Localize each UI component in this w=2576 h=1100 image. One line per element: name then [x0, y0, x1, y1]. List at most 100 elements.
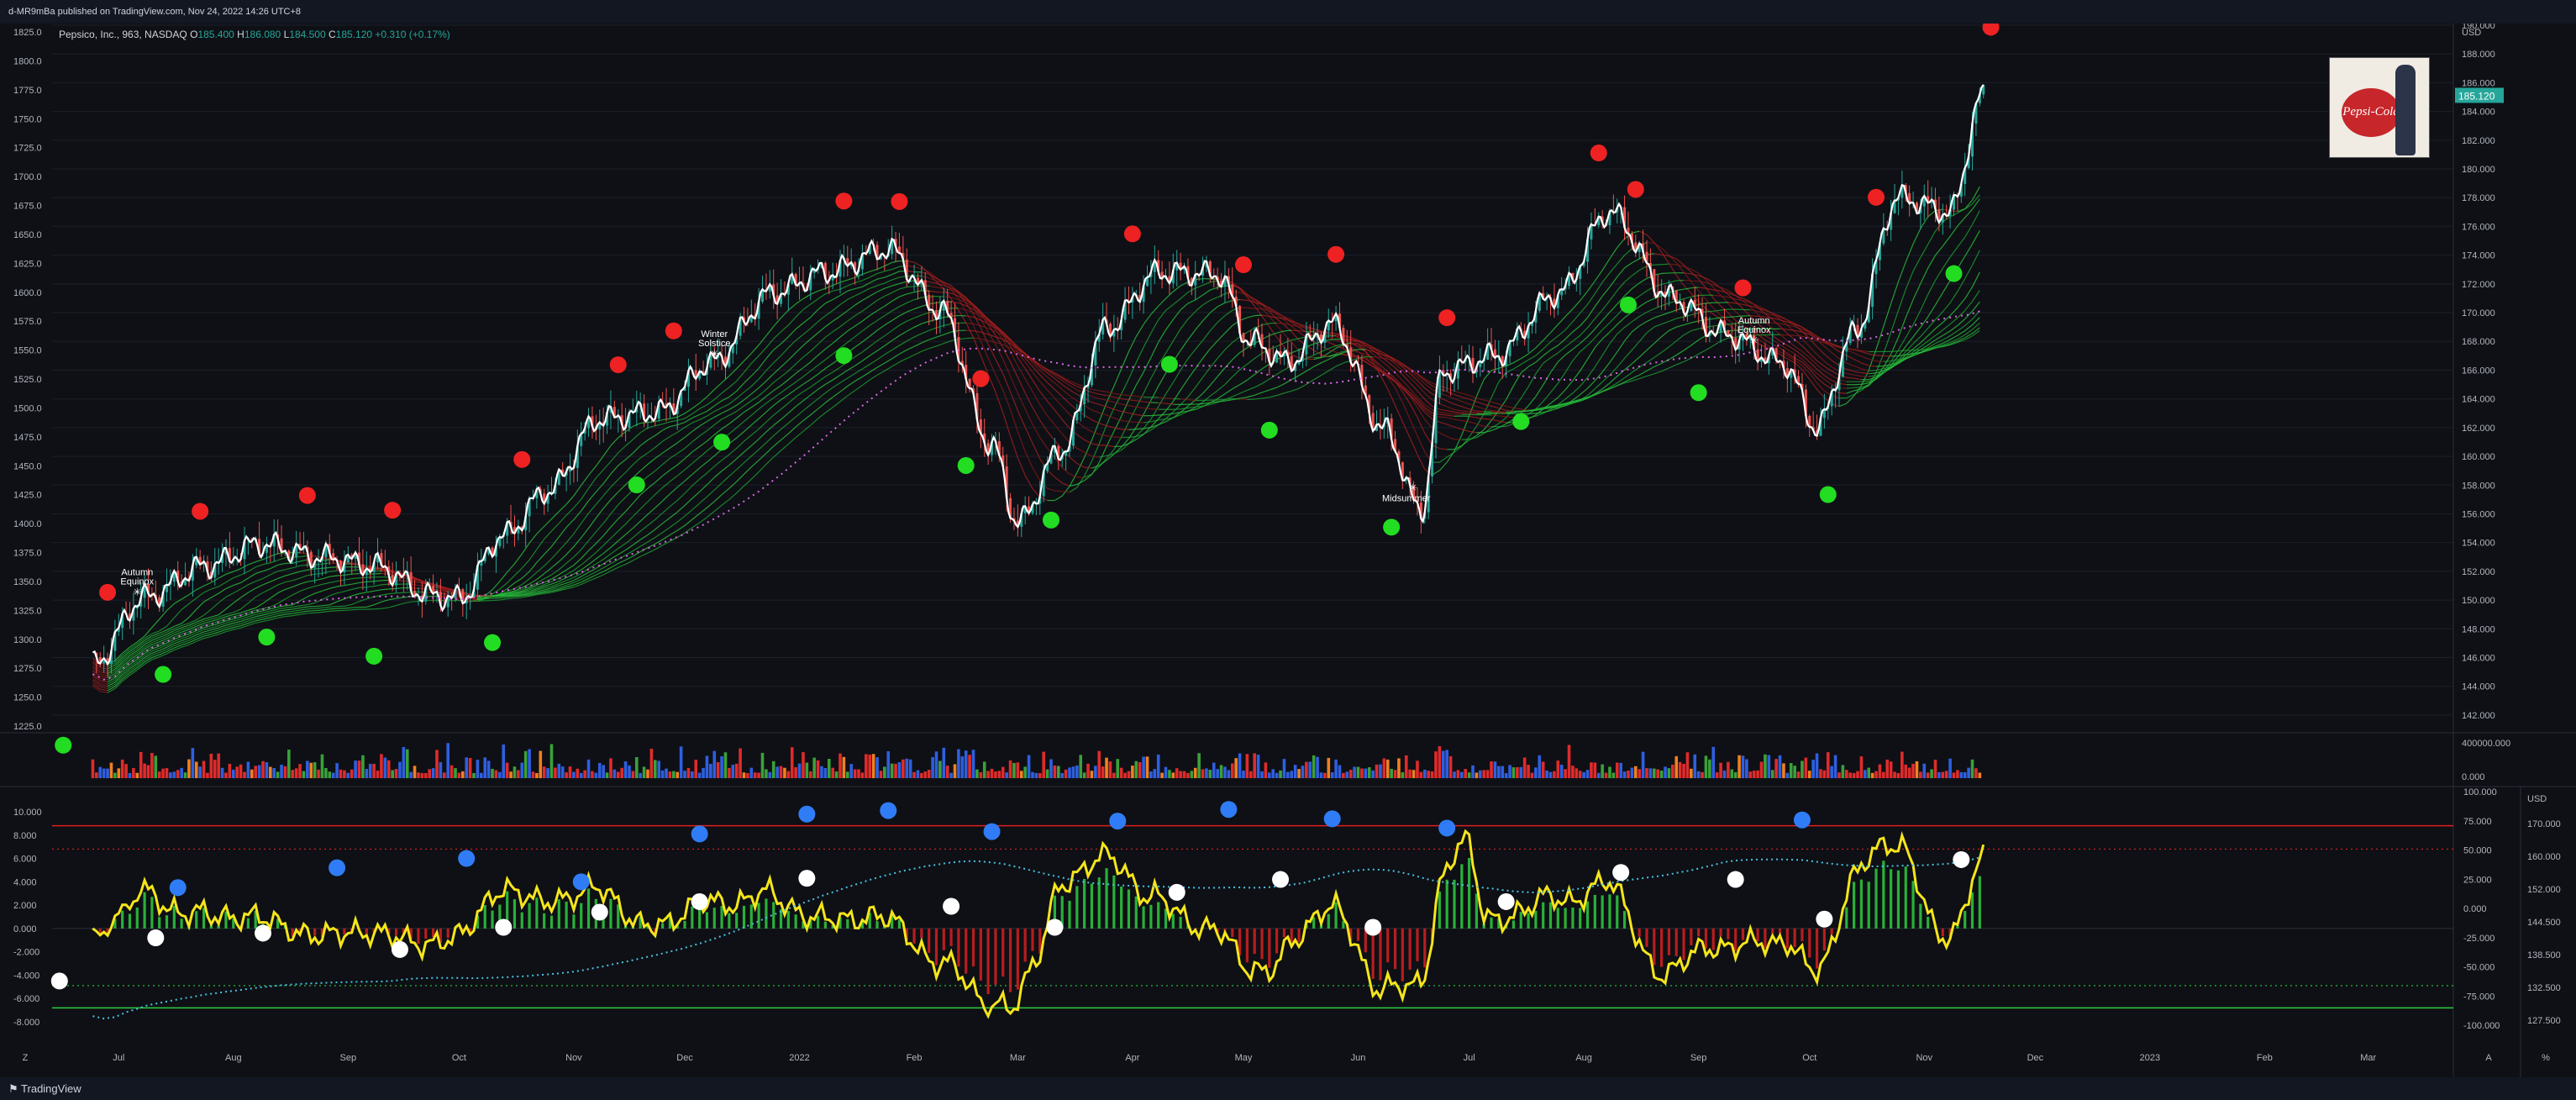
ma-ribbon-segment [713, 413, 723, 418]
ma-ribbon-segment [211, 631, 219, 635]
ma-ribbon-segment [1861, 355, 1869, 361]
ma-ribbon-segment [1010, 376, 1018, 394]
ma-ribbon-segment [1439, 432, 1448, 438]
volume-bar [883, 766, 886, 778]
ma-ribbon-segment [1024, 451, 1033, 468]
ma-ribbon-segment [862, 315, 870, 322]
ma-ribbon-segment [1047, 415, 1055, 425]
volume-bar [923, 771, 928, 778]
ma-ribbon-segment [802, 387, 812, 392]
ma-ribbon-segment [1091, 396, 1100, 399]
ma-ribbon-segment [884, 319, 892, 326]
ma-ribbon-segment [1447, 413, 1455, 415]
ma-ribbon-segment [225, 603, 234, 610]
volume-bar [657, 761, 661, 778]
ma-ribbon-segment [211, 618, 219, 623]
ma-ribbon-segment [1624, 288, 1632, 297]
volume-bar [317, 769, 320, 778]
ma-ribbon-segment [1927, 230, 1937, 245]
chart-canvas[interactable]: AutumnEquinox✳WinterSolstice✳Midsummer✳A… [0, 24, 2576, 1077]
ma-ribbon-segment [344, 578, 352, 581]
volume-bar [591, 771, 594, 778]
ma-ribbon-segment [1172, 309, 1181, 320]
ma-ribbon-segment [1128, 405, 1137, 408]
ma-ribbon-segment [299, 575, 308, 579]
ma-ribbon-segment [781, 443, 789, 451]
ma-ribbon-segment [558, 554, 567, 562]
volume-bar [535, 772, 539, 778]
ma-ribbon-segment [995, 392, 1004, 413]
ma-ribbon-segment [906, 345, 915, 350]
volume-bar [1012, 762, 1016, 778]
ma-ribbon-segment [825, 343, 833, 350]
ma-ribbon-segment [233, 623, 241, 626]
ma-ribbon-segment [1535, 355, 1544, 363]
volume-bar [886, 751, 891, 778]
volume-bar [768, 771, 772, 778]
ma-ribbon-segment [736, 485, 744, 494]
volume-bar [1016, 762, 1020, 778]
ma-ribbon-segment [907, 317, 915, 322]
ma-ribbon-segment [1957, 298, 1966, 308]
ma-ribbon-segment [277, 557, 286, 561]
ma-ribbon-segment [876, 335, 886, 342]
ma-ribbon-segment [1617, 267, 1626, 277]
ma-ribbon-segment [262, 613, 271, 616]
ma-ribbon-segment [1638, 321, 1648, 327]
ma-ribbon-segment [1957, 217, 1966, 227]
ma-ribbon-segment [1617, 340, 1626, 353]
ma-ribbon-segment [1816, 346, 1825, 355]
volume-bar [1230, 763, 1234, 778]
ma-ribbon-segment [1121, 378, 1130, 395]
volume-bar [968, 755, 971, 778]
ma-ribbon-segment [795, 334, 804, 341]
ma-ribbon-segment [1875, 355, 1884, 357]
ma-ribbon-segment [1047, 430, 1055, 441]
ma-ribbon-segment [610, 452, 619, 462]
ma-ribbon-segment [1099, 393, 1107, 397]
ma-ribbon-segment [551, 536, 560, 547]
ma-ribbon-segment [787, 416, 796, 424]
ma-ribbon-segment [1439, 411, 1448, 414]
ma-ribbon-segment [285, 610, 293, 613]
volume-bar [1153, 769, 1157, 778]
ma-ribbon-segment [1624, 350, 1632, 359]
ma-ribbon-segment [1187, 299, 1196, 304]
ma-ribbon-segment [1683, 287, 1691, 290]
ma-ribbon-segment [1424, 412, 1433, 419]
ma-ribbon-segment [107, 673, 116, 678]
volume-bar [594, 772, 598, 778]
ma-ribbon-segment [1217, 302, 1226, 308]
ma-ribbon-segment [647, 529, 656, 535]
ma-ribbon-segment [1158, 393, 1167, 408]
ma-ribbon-segment [322, 608, 330, 611]
ma-ribbon-segment [802, 370, 812, 377]
ma-ribbon-segment [211, 629, 219, 633]
volume-bar [679, 746, 683, 778]
ma-ribbon-segment [499, 582, 508, 590]
ma-ribbon-segment [691, 503, 701, 511]
ma-ribbon-segment [1927, 255, 1937, 269]
ma-ribbon-segment [802, 339, 812, 346]
ma-ribbon-segment [632, 457, 641, 466]
ma-ribbon-segment [277, 611, 286, 614]
volume-bar [331, 772, 335, 778]
ma-ribbon-segment [1912, 228, 1921, 245]
ma-ribbon-segment [721, 408, 730, 414]
ma-ribbon-segment [1824, 361, 1832, 368]
ma-ribbon-segment [1061, 418, 1070, 429]
ma-ribbon-segment [691, 408, 700, 415]
ma-ribbon-segment [684, 485, 693, 494]
volume-bar [113, 772, 117, 778]
ma-ribbon-segment [581, 513, 590, 524]
ma-ribbon-segment [299, 610, 308, 613]
ma-ribbon-segment [262, 617, 271, 620]
ma-ribbon-segment [965, 315, 974, 318]
ma-ribbon-segment [691, 413, 700, 418]
ma-ribbon-segment [1669, 263, 1677, 266]
ma-ribbon-segment [1447, 417, 1455, 420]
chart-area[interactable]: Autumn Equinox ✳ Winter Solstice ✳ Midsummer ✳ A… [0, 24, 2576, 1077]
ma-ribbon-segment [1661, 329, 1669, 338]
ma-ribbon-segment [810, 298, 818, 305]
ma-ribbon-segment [100, 688, 108, 692]
